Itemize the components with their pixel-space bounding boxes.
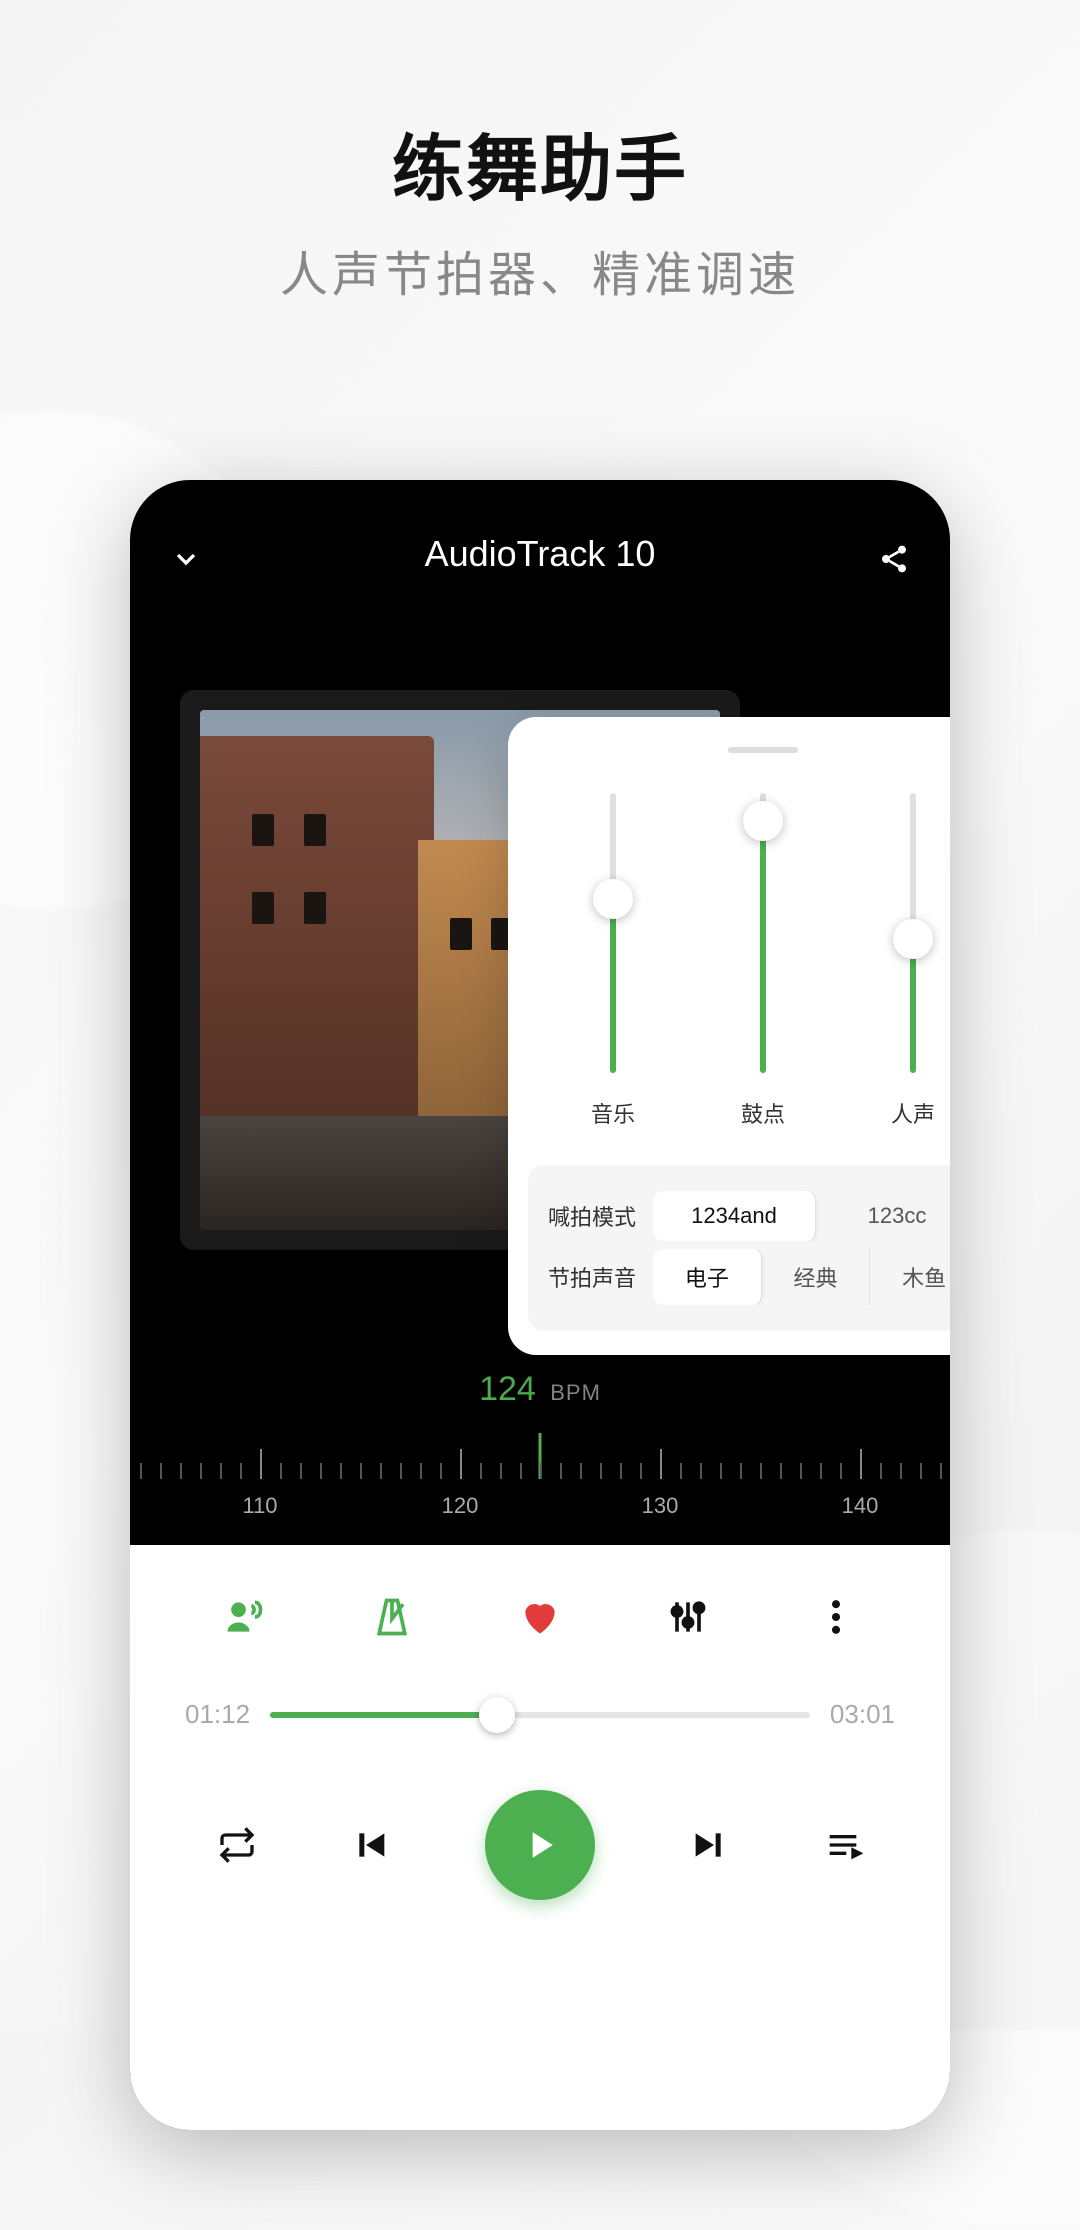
sound-option-0[interactable]: 电子 <box>653 1249 762 1305</box>
track-title: AudioTrack 10 <box>425 533 656 575</box>
equalizer-button[interactable] <box>666 1595 710 1639</box>
player-controls-panel: 01:12 03:01 <box>130 1545 950 2130</box>
play-button[interactable] <box>485 1790 595 1900</box>
ruler-label: 120 <box>442 1493 479 1519</box>
slider-label: 鼓点 <box>741 1097 785 1129</box>
queue-button[interactable] <box>823 1825 863 1865</box>
more-button[interactable] <box>814 1595 858 1639</box>
beat-settings-panel: 音乐 鼓点 人声 喊拍模式 1234and 123cc <box>508 717 950 1355</box>
sound-option-1[interactable]: 经典 <box>762 1249 871 1305</box>
bpm-value: 124 <box>479 1370 536 1408</box>
transport-row <box>130 1740 950 1950</box>
bpm-unit: BPM <box>550 1380 601 1405</box>
sound-label: 节拍声音 <box>548 1261 653 1293</box>
ruler-label: 140 <box>842 1493 879 1519</box>
previous-button[interactable] <box>351 1825 391 1865</box>
metronome-button[interactable] <box>370 1595 414 1639</box>
slider-label: 人声 <box>891 1097 935 1129</box>
sound-option-2[interactable]: 木鱼 <box>870 1249 950 1305</box>
phone-frame: AudioTrack 10 音乐 <box>130 480 950 2130</box>
slider-drums[interactable]: 鼓点 <box>713 793 813 1129</box>
slider-label: 音乐 <box>591 1097 635 1129</box>
player-header: AudioTrack 10 <box>130 480 950 595</box>
next-button[interactable] <box>689 1825 729 1865</box>
seek-fill <box>270 1712 497 1718</box>
seek-bar[interactable] <box>270 1712 810 1718</box>
mode-label: 喊拍模式 <box>548 1200 653 1232</box>
favorite-button[interactable] <box>518 1595 562 1639</box>
progress-row: 01:12 03:01 <box>130 1669 950 1740</box>
mixer-sliders: 音乐 鼓点 人声 <box>508 773 950 1139</box>
action-row <box>130 1565 950 1669</box>
ruler-label: 110 <box>242 1493 277 1519</box>
time-total: 03:01 <box>830 1699 895 1730</box>
headline-title: 练舞助手 <box>0 110 1080 215</box>
seek-thumb[interactable] <box>479 1697 515 1733</box>
voice-count-button[interactable] <box>222 1595 266 1639</box>
collapse-button[interactable] <box>170 543 202 575</box>
ruler-label: 130 <box>642 1493 679 1519</box>
slider-music[interactable]: 音乐 <box>563 793 663 1129</box>
mode-option-0[interactable]: 1234and <box>653 1191 816 1241</box>
drag-handle[interactable] <box>728 747 798 753</box>
sound-segment: 电子 经典 木鱼 <box>653 1249 950 1305</box>
mode-segment: 1234and 123cc <box>653 1191 950 1241</box>
repeat-button[interactable] <box>217 1825 257 1865</box>
time-elapsed: 01:12 <box>185 1699 250 1730</box>
segmented-controls: 喊拍模式 1234and 123cc 节拍声音 电子 经典 木鱼 <box>528 1165 950 1331</box>
bpm-ruler[interactable]: 100110120130140 <box>130 1429 950 1519</box>
share-button[interactable] <box>878 543 910 575</box>
album-area: 音乐 鼓点 人声 喊拍模式 1234and 123cc <box>130 595 950 1315</box>
marketing-headline: 练舞助手 人声节拍器、精准调速 <box>0 110 1080 305</box>
slider-voice[interactable]: 人声 <box>863 793 950 1129</box>
mode-option-1[interactable]: 123cc <box>816 1191 950 1241</box>
headline-subtitle: 人声节拍器、精准调速 <box>0 235 1080 305</box>
